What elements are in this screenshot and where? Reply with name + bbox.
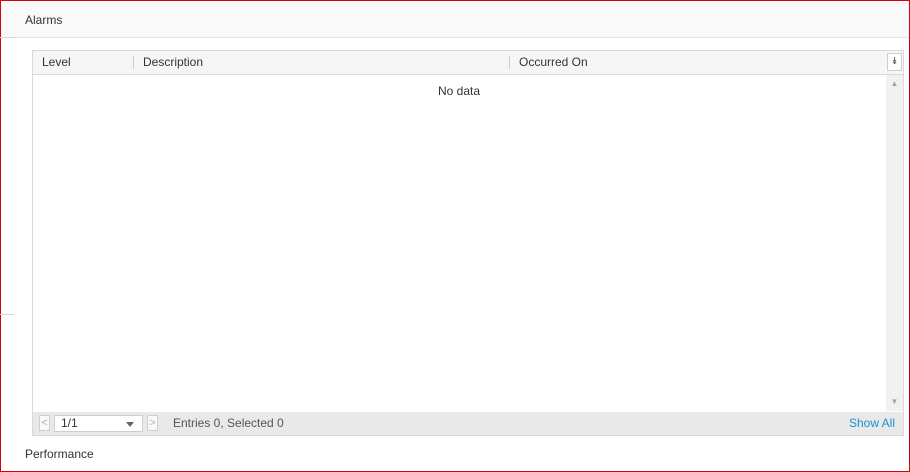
empty-message: No data <box>437 84 481 98</box>
next-page-button[interactable]: > <box>147 415 158 431</box>
grid-header: Level Description Occurred On ⯯ <box>33 51 903 75</box>
page-select-value: 1/1 <box>61 416 78 430</box>
alarms-section-header[interactable]: Alarms <box>1 1 909 38</box>
page-select[interactable]: 1/1 <box>54 415 143 432</box>
entries-count: Entries 0, Selected 0 <box>173 416 284 430</box>
scroll-up-icon[interactable]: ▲ <box>886 77 903 91</box>
performance-section-header[interactable]: Performance <box>1 436 909 470</box>
left-divider-bottom <box>0 314 14 315</box>
show-all-link[interactable]: Show All <box>849 412 895 435</box>
alarms-grid: Level Description Occurred On ⯯ No data … <box>32 50 904 436</box>
column-header-level[interactable]: Level <box>42 51 71 74</box>
left-divider-top <box>0 37 14 38</box>
performance-title: Performance <box>25 447 94 461</box>
grid-body: No data <box>33 75 885 411</box>
column-header-description[interactable]: Description <box>143 51 203 74</box>
grid-footer: < 1/1 > Entries 0, Selected 0 Show All <box>33 412 903 435</box>
chevron-right-icon: > <box>149 417 156 429</box>
column-separator[interactable] <box>509 56 510 69</box>
column-header-occurred-on[interactable]: Occurred On <box>519 51 588 74</box>
column-separator[interactable] <box>133 56 134 69</box>
chevron-left-icon: < <box>41 417 48 429</box>
double-chevron-down-icon: ⯯ <box>891 56 898 67</box>
scroll-down-icon[interactable]: ▼ <box>886 395 903 409</box>
prev-page-button[interactable]: < <box>39 415 50 431</box>
caret-down-icon <box>126 422 134 427</box>
expand-columns-button[interactable]: ⯯ <box>887 53 902 71</box>
vertical-scrollbar[interactable]: ▲ ▼ <box>886 75 903 411</box>
alarms-title: Alarms <box>25 13 63 27</box>
